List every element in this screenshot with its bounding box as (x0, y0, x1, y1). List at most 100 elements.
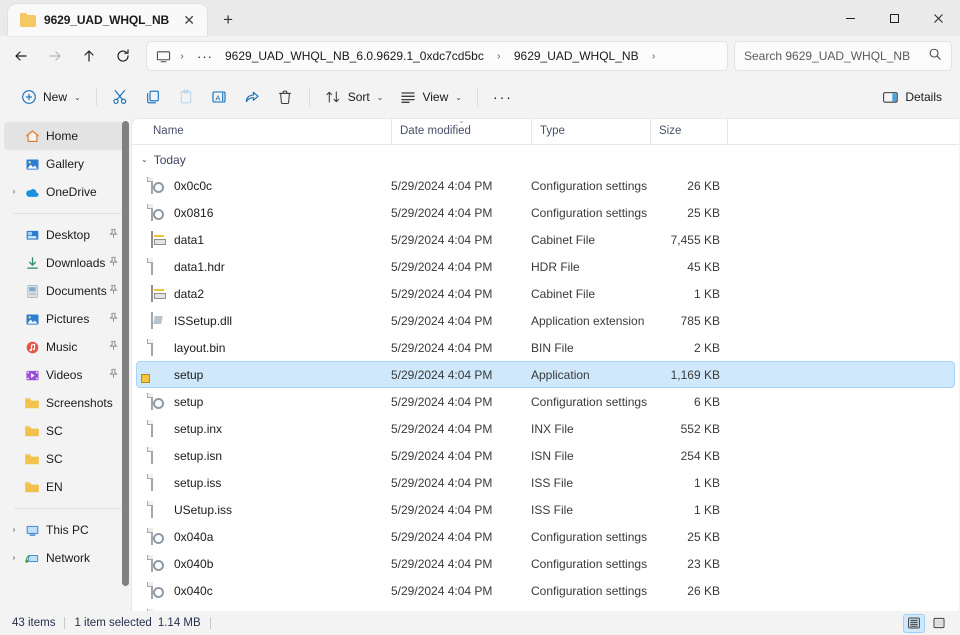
cut-button[interactable] (104, 82, 137, 112)
column-header-name[interactable]: Name (146, 119, 392, 144)
chevron-right-icon[interactable]: › (6, 526, 22, 534)
table-row[interactable]: 0x040a 5/29/2024 4:04 PM Configuration s… (136, 523, 955, 550)
new-tab-button[interactable]: + (213, 4, 243, 34)
pin-icon[interactable] (108, 312, 119, 326)
table-row[interactable]: 0x040c 5/29/2024 4:04 PM Configuration s… (136, 577, 955, 604)
breadcrumb-separator-0[interactable]: › (174, 45, 190, 67)
paste-button[interactable] (170, 82, 203, 112)
table-row[interactable]: 0x040b 5/29/2024 4:04 PM Configuration s… (136, 550, 955, 577)
breadcrumb-current[interactable]: 9629_UAD_WHQL_NB (509, 46, 644, 66)
pin-icon[interactable] (108, 228, 119, 242)
column-header-date-modified[interactable]: ⌄ Date modified (392, 119, 532, 144)
table-row[interactable]: data1 5/29/2024 4:04 PM Cabinet File 7,4… (136, 226, 955, 253)
table-row[interactable]: setup.isn 5/29/2024 4:04 PM ISN File 254… (136, 442, 955, 469)
breadcrumb-parent[interactable]: 9629_UAD_WHQL_NB_6.0.9629.1_0xdc7cd5bc (220, 46, 489, 66)
sidebar-item-gallery[interactable]: Gallery (4, 150, 125, 178)
up-button[interactable] (72, 41, 106, 71)
onedrive-icon (22, 185, 42, 200)
pin-icon[interactable] (108, 340, 119, 354)
breadcrumb-separator-2[interactable]: › (646, 45, 662, 67)
search-box[interactable] (734, 41, 952, 71)
file-name: setup.isn (174, 448, 223, 463)
sidebar-item-en[interactable]: EN (4, 473, 125, 501)
address-bar[interactable]: › ··· 9629_UAD_WHQL_NB_6.0.9629.1_0xdc7c… (146, 41, 728, 71)
sidebar-item-documents[interactable]: Documents (4, 277, 125, 305)
plus-circle-icon (20, 89, 37, 106)
sidebar-item-onedrive[interactable]: › OneDrive (4, 178, 125, 206)
breadcrumb-separator-1[interactable]: › (491, 45, 507, 67)
column-header-size[interactable]: Size (651, 119, 728, 144)
this-pc-icon[interactable] (155, 45, 172, 67)
table-row[interactable]: 0x0816 5/29/2024 4:04 PM Configuration s… (136, 199, 955, 226)
minimize-button[interactable] (828, 2, 872, 34)
group-header-today[interactable]: ⌄ Today (132, 147, 959, 172)
sidebar-item-music[interactable]: Music (4, 333, 125, 361)
table-row[interactable]: setup.iss 5/29/2024 4:04 PM ISS File 1 K… (136, 469, 955, 496)
copy-button[interactable] (137, 82, 170, 112)
tab-9629-uad-whql-nb[interactable]: 9629_UAD_WHQL_NB ✕ (8, 4, 208, 36)
item-count-label: 43 items (12, 617, 56, 629)
table-row[interactable]: data1.hdr 5/29/2024 4:04 PM HDR File 45 … (136, 253, 955, 280)
file-explorer-window: 9629_UAD_WHQL_NB ✕ + › ··· 9629_UAD_WHQL… (0, 0, 960, 635)
table-row[interactable]: 0x040e 5/29/2024 4:04 PM Configuration s… (136, 604, 955, 611)
share-icon (244, 89, 261, 106)
back-button[interactable] (4, 41, 38, 71)
more-options-button[interactable]: ··· (485, 82, 521, 112)
table-row[interactable]: layout.bin 5/29/2024 4:04 PM BIN File 2 … (136, 334, 955, 361)
file-type-cell: Configuration settings (531, 394, 648, 409)
sidebar-scrollbar[interactable] (122, 121, 129, 586)
file-name-cell: layout.bin (137, 339, 391, 356)
breadcrumb-overflow[interactable]: ··· (192, 45, 218, 67)
table-row-selected[interactable]: setup 5/29/2024 4:04 PM Application 1,16… (136, 361, 955, 388)
tab-label: 9629_UAD_WHQL_NB (44, 13, 170, 27)
sidebar-item-label: Music (46, 340, 78, 354)
large-icons-view-toggle[interactable] (928, 614, 950, 633)
sidebar-item-home[interactable]: Home (4, 122, 125, 150)
sort-button[interactable]: Sort ⌄ (317, 82, 392, 112)
close-window-button[interactable] (916, 2, 960, 34)
sidebar-item-network[interactable]: › Network (4, 544, 125, 572)
sort-button-label: Sort (347, 90, 370, 104)
chevron-right-icon[interactable]: › (6, 188, 22, 196)
file-type-cell: Cabinet File (531, 286, 596, 301)
table-row[interactable]: setup.inx 5/29/2024 4:04 PM INX File 552… (136, 415, 955, 442)
folder-icon (22, 480, 42, 494)
search-input[interactable] (744, 49, 928, 63)
maximize-button[interactable] (872, 2, 916, 34)
details-view-toggle[interactable] (903, 613, 925, 633)
pin-icon[interactable] (108, 256, 119, 270)
table-row[interactable]: setup 5/29/2024 4:04 PM Configuration se… (136, 388, 955, 415)
share-button[interactable] (236, 82, 269, 112)
column-header-type[interactable]: Type (532, 119, 651, 144)
pictures-icon (22, 312, 42, 327)
column-header-date-label: Date modified (400, 125, 471, 137)
new-button[interactable]: New ⌄ (12, 82, 89, 112)
sidebar-item-videos[interactable]: Videos (4, 361, 125, 389)
sidebar-item-sc-2[interactable]: SC (4, 445, 125, 473)
pin-icon[interactable] (108, 284, 119, 298)
table-row[interactable]: data2 5/29/2024 4:04 PM Cabinet File 1 K… (136, 280, 955, 307)
sidebar-item-downloads[interactable]: Downloads (4, 249, 125, 277)
file-size-cell: 45 KB (687, 259, 720, 274)
sidebar-item-this-pc[interactable]: › This PC (4, 516, 125, 544)
file-name-cell: setup (137, 366, 391, 383)
sidebar-item-sc-1[interactable]: SC (4, 417, 125, 445)
close-tab-icon[interactable]: ✕ (177, 8, 201, 32)
file-type-cell: Configuration settings (531, 556, 648, 571)
rename-button[interactable]: A (203, 82, 236, 112)
sidebar-item-desktop[interactable]: Desktop (4, 221, 125, 249)
chevron-down-icon[interactable]: ⌄ (141, 155, 148, 164)
details-pane-button[interactable]: Details (874, 82, 950, 112)
sidebar-item-screenshots[interactable]: Screenshots (4, 389, 125, 417)
pin-icon[interactable] (108, 368, 119, 382)
view-button[interactable]: View ⌄ (391, 82, 470, 112)
sidebar-item-pictures[interactable]: Pictures (4, 305, 125, 333)
delete-button[interactable] (269, 82, 302, 112)
refresh-button[interactable] (106, 41, 140, 71)
table-row[interactable]: USetup.iss 5/29/2024 4:04 PM ISS File 1 … (136, 496, 955, 523)
table-row[interactable]: 0x0c0c 5/29/2024 4:04 PM Configuration s… (136, 172, 955, 199)
chevron-right-icon[interactable]: › (6, 554, 22, 562)
file-date-cell: 5/29/2024 4:04 PM (391, 475, 493, 490)
forward-button[interactable] (38, 41, 72, 71)
table-row[interactable]: ISSetup.dll 5/29/2024 4:04 PM Applicatio… (136, 307, 955, 334)
